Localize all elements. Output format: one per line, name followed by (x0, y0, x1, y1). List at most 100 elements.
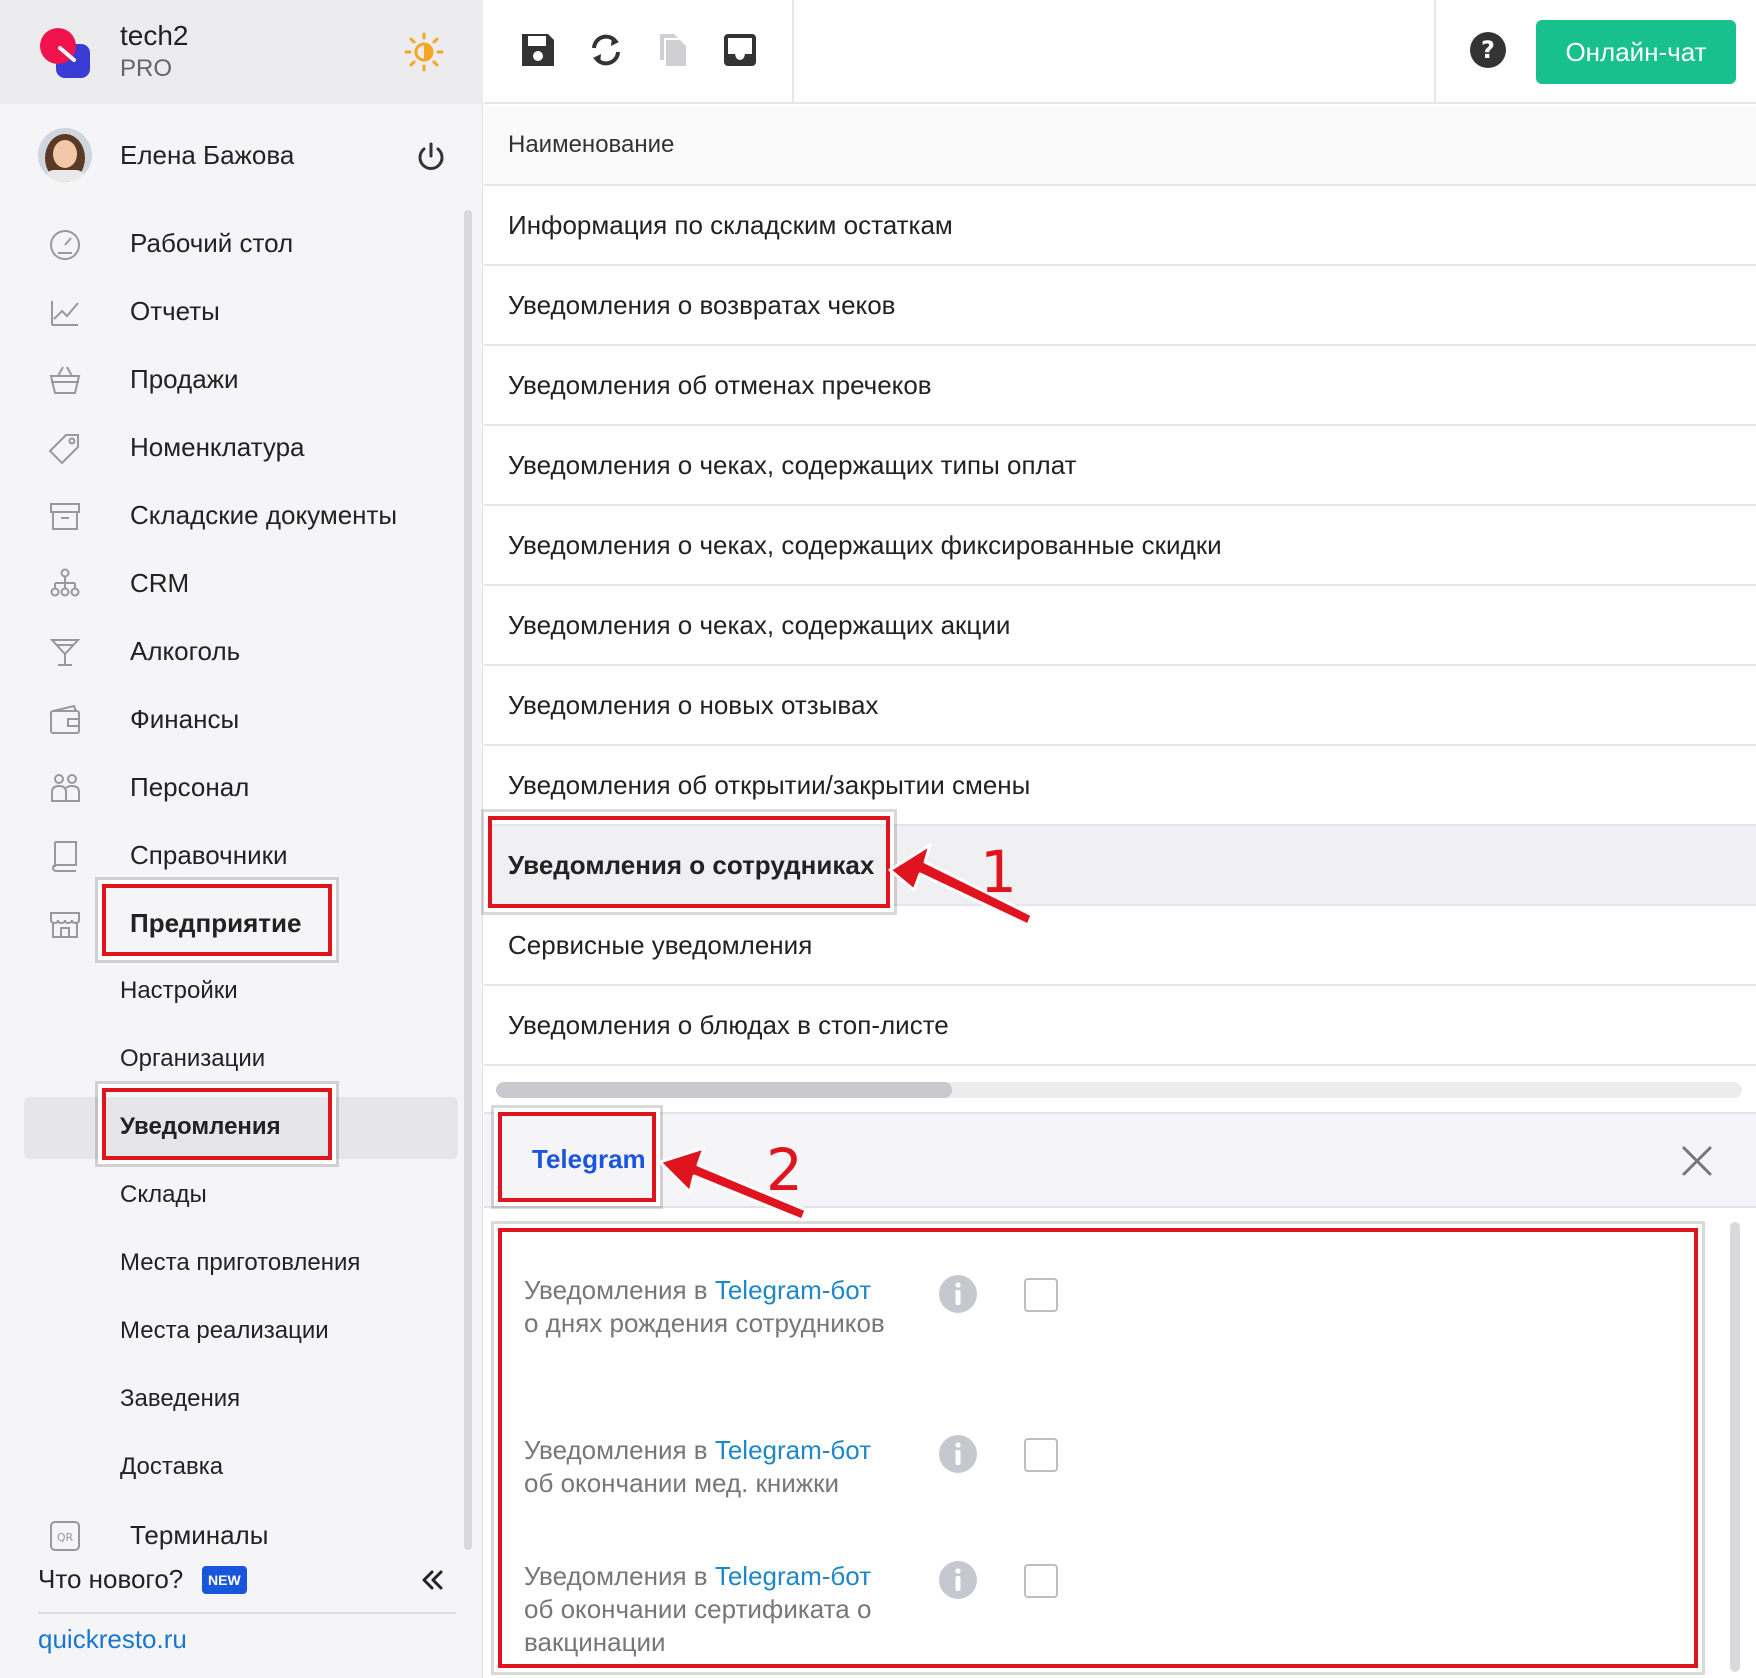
nav-label: Финансы (130, 703, 240, 734)
cocktail-icon (49, 639, 81, 666)
copy-icon[interactable] (654, 30, 694, 70)
theme-toggle-icon[interactable] (404, 32, 444, 72)
nav-item-terminals[interactable]: QR Терминалы (0, 1501, 460, 1569)
subnav-item-sales-places[interactable]: Места реализации (0, 1297, 460, 1365)
subnav-label: Места приготовления (120, 1249, 361, 1276)
subnav-item-settings[interactable]: Настройки (0, 957, 460, 1025)
footer-divider (38, 1612, 456, 1614)
logout-power-icon[interactable] (414, 140, 448, 174)
table-header-name[interactable]: Наименование (484, 106, 1756, 186)
table-row[interactable]: Уведомления о чеках, содержащих типы опл… (484, 426, 1756, 506)
highlight-settings-area (498, 1228, 1698, 1668)
nav-label: Терминалы (130, 1519, 269, 1550)
nav-item-personnel[interactable]: Персонал (0, 753, 460, 821)
nav-label: Алкоголь (130, 635, 241, 666)
step-number-1: 1 (980, 838, 1017, 906)
chart-icon (51, 301, 79, 326)
nav-item-crm[interactable]: CRM (0, 549, 460, 617)
app-logo-icon[interactable] (38, 26, 92, 80)
people-icon (51, 774, 80, 802)
nav-label: Отчеты (130, 295, 220, 326)
company-name: tech2 (120, 20, 189, 51)
highlight-telegram-tab (498, 1112, 656, 1202)
subnav-label: Доставка (120, 1453, 224, 1480)
table-row[interactable]: Уведомления о возвратах чеков (484, 266, 1756, 346)
nav-item-alcohol[interactable]: Алкоголь (0, 617, 460, 685)
close-icon[interactable] (1680, 1144, 1714, 1178)
nav-label: Номенклатура (130, 431, 305, 462)
table-row[interactable]: Уведомления о чеках, содержащих акции (484, 586, 1756, 666)
active-tab-indicator (532, 1202, 642, 1206)
book-icon (51, 841, 77, 872)
org-chart-icon (50, 568, 80, 597)
basket-icon (49, 366, 81, 394)
sidebar: tech2 PRO Елена Бажова Рабочий стол Отче… (0, 0, 483, 1678)
highlight-enterprise (102, 884, 332, 956)
dashboard-icon (50, 230, 80, 260)
scrollbar-thumb[interactable] (496, 1082, 952, 1098)
horizontal-scrollbar[interactable] (496, 1082, 1742, 1098)
toolbar-divider (1434, 0, 1436, 104)
table-row[interactable]: Уведомления о чеках, содержащих фиксиров… (484, 506, 1756, 586)
table-row[interactable]: Информация по складским остаткам (484, 186, 1756, 266)
subnav-label: Настройки (120, 977, 238, 1004)
archive-icon (50, 503, 80, 530)
store-icon (50, 912, 80, 938)
avatar[interactable] (38, 128, 92, 182)
toolbar-divider (792, 0, 794, 104)
whats-new-link[interactable]: Что нового? (38, 1564, 183, 1595)
help-icon[interactable]: ? (1468, 30, 1508, 70)
nav-label: Рабочий стол (130, 227, 294, 258)
nav-item-reports[interactable]: Отчеты (0, 277, 460, 345)
inbox-icon[interactable] (720, 30, 760, 70)
svg-text:?: ? (1481, 36, 1495, 64)
toolbar: ? Онлайн-чат (484, 0, 1756, 104)
highlight-employee-notifications (488, 816, 890, 908)
online-chat-button[interactable]: Онлайн-чат (1536, 20, 1736, 84)
nav-label: Справочники (130, 839, 288, 870)
site-link[interactable]: quickresto.ru (38, 1624, 187, 1655)
tag-icon (48, 434, 79, 465)
save-icon[interactable] (518, 30, 558, 70)
table-row[interactable]: Уведомления об отменах пречеков (484, 346, 1756, 426)
nav-item-dashboard[interactable]: Рабочий стол (0, 209, 460, 277)
nav-item-finance[interactable]: Финансы (0, 685, 460, 753)
nav-label: CRM (130, 567, 190, 598)
subnav-item-warehouses[interactable]: Склады (0, 1161, 460, 1229)
svg-text:QR: QR (57, 1531, 74, 1544)
table-row[interactable]: Уведомления о новых отзывах (484, 666, 1756, 746)
wallet-icon (50, 704, 80, 734)
nav-label: Продажи (130, 363, 239, 394)
plan-label: PRO (120, 55, 173, 82)
subnav-item-establishments[interactable]: Заведения (0, 1365, 460, 1433)
nav-item-directories[interactable]: Справочники (0, 821, 460, 889)
sidebar-scrollbar[interactable] (464, 210, 472, 1550)
step-number-2: 2 (766, 1136, 803, 1204)
subnav-label: Склады (120, 1181, 207, 1208)
nav-label: Складские документы (130, 499, 398, 530)
brand-header: tech2 PRO (0, 0, 483, 104)
nav-label: Персонал (130, 771, 250, 802)
new-badge: NEW (202, 1566, 247, 1594)
subnav-label: Места реализации (120, 1317, 329, 1344)
nav-item-warehouse-docs[interactable]: Складские документы (0, 481, 460, 549)
subnav-item-cooking-places[interactable]: Места приготовления (0, 1229, 460, 1297)
nav-item-sales[interactable]: Продажи (0, 345, 460, 413)
collapse-sidebar-icon[interactable] (418, 1566, 446, 1594)
table-row[interactable]: Уведомления о блюдах в стоп-листе (484, 986, 1756, 1066)
panel-tabs: Telegram (484, 1114, 1756, 1208)
notifications-table: Наименование Информация по складским ост… (484, 106, 1756, 1066)
panel-scrollbar[interactable] (1730, 1222, 1740, 1672)
subnav-item-delivery[interactable]: Доставка (0, 1433, 460, 1501)
nav-item-nomenclature[interactable]: Номенклатура (0, 413, 460, 481)
table-row[interactable]: Сервисные уведомления (484, 906, 1756, 986)
whats-new-block: Что нового? NEW (38, 1560, 458, 1600)
subnav-label: Организации (120, 1045, 266, 1072)
subnav-item-organizations[interactable]: Организации (0, 1025, 460, 1093)
table-row[interactable]: Уведомления об открытии/закрытии смены (484, 746, 1756, 826)
highlight-notifications (102, 1088, 332, 1160)
user-name: Елена Бажова (120, 140, 295, 170)
user-block: Елена Бажова (0, 118, 483, 194)
qr-icon: QR (50, 1521, 80, 1551)
refresh-icon[interactable] (586, 30, 626, 70)
